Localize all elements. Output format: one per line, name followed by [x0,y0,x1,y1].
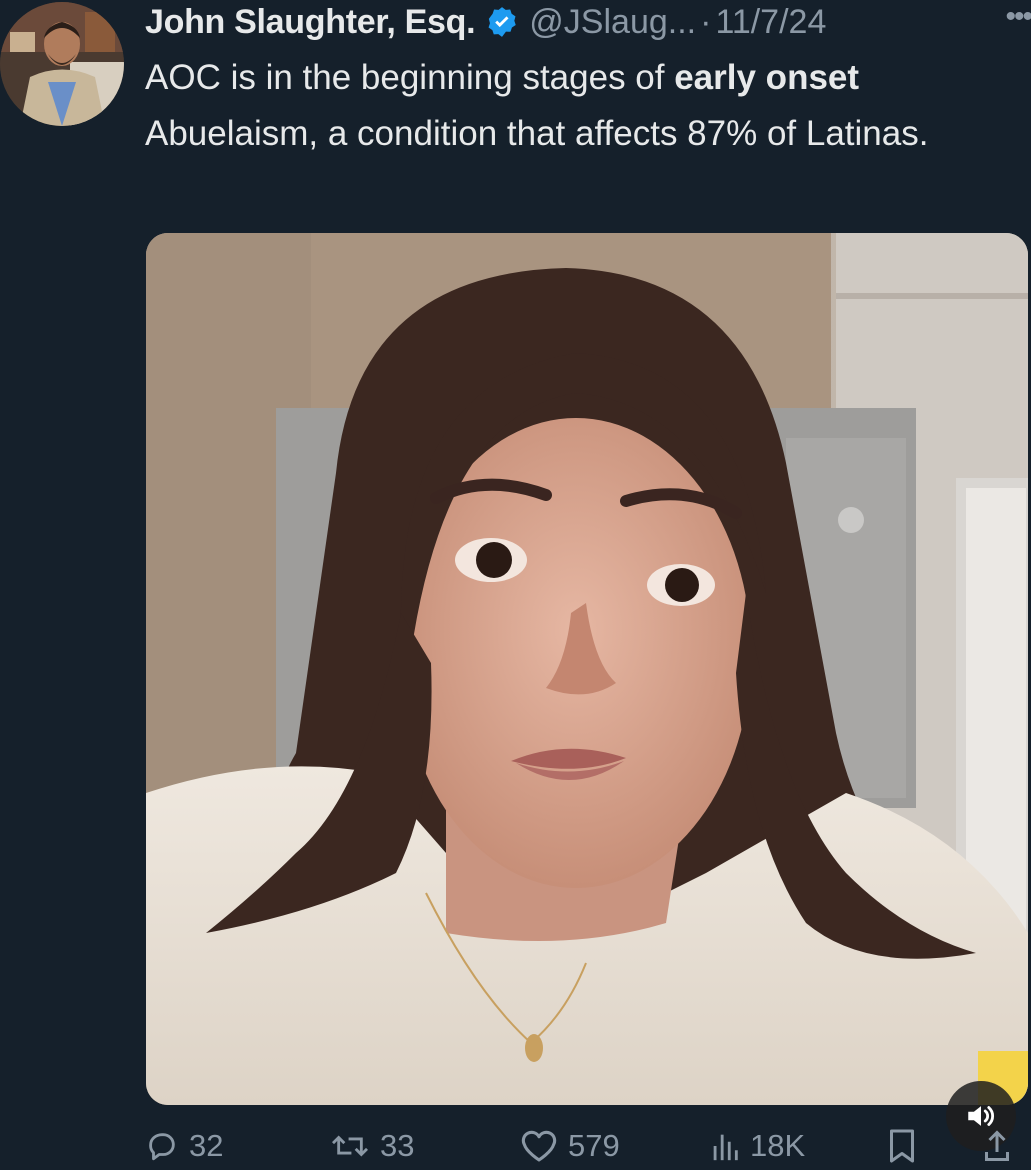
separator-dot: · [700,2,712,41]
tweet-text-part: Abuelaism, a condition that affects 87% … [145,114,929,153]
view-count: 18K [750,1128,806,1163]
author-avatar[interactable] [0,2,124,126]
tweet-header: John Slaughter, Esq. @JSlaug... · 11/7/2… [145,0,1031,42]
author-name[interactable]: John Slaughter, Esq. [145,3,476,42]
more-options-icon[interactable]: ••• [1005,0,1031,34]
retweet-count: 33 [380,1128,415,1163]
share-icon [985,1130,1009,1161]
heart-icon [521,1130,557,1162]
reply-icon [149,1133,175,1161]
author-handle[interactable]: @JSlaug... [529,3,696,42]
tweet-text-bold: early onset [674,58,860,97]
retweet-icon [331,1135,369,1157]
tweet-text: AOC is in the beginning stages of early … [145,50,1015,162]
tweet-actions: 32 33 579 18K [145,1122,1031,1170]
retweet-button[interactable]: 33 [330,1122,414,1170]
bookmark-button[interactable] [885,1122,929,1170]
reply-count: 32 [189,1128,224,1163]
tweet-date[interactable]: 11/7/24 [715,3,826,42]
views-chart-icon [713,1134,738,1161]
like-button[interactable]: 579 [520,1122,620,1170]
share-button[interactable] [980,1122,1024,1170]
bookmark-icon [890,1129,914,1163]
reply-button[interactable]: 32 [145,1122,223,1170]
like-count: 579 [568,1128,620,1163]
tweet-text-part: AOC is in the beginning stages of [145,58,675,97]
views-button[interactable]: 18K [710,1122,805,1170]
tweet-video[interactable] [146,233,1028,1105]
verified-badge-icon [485,5,519,39]
